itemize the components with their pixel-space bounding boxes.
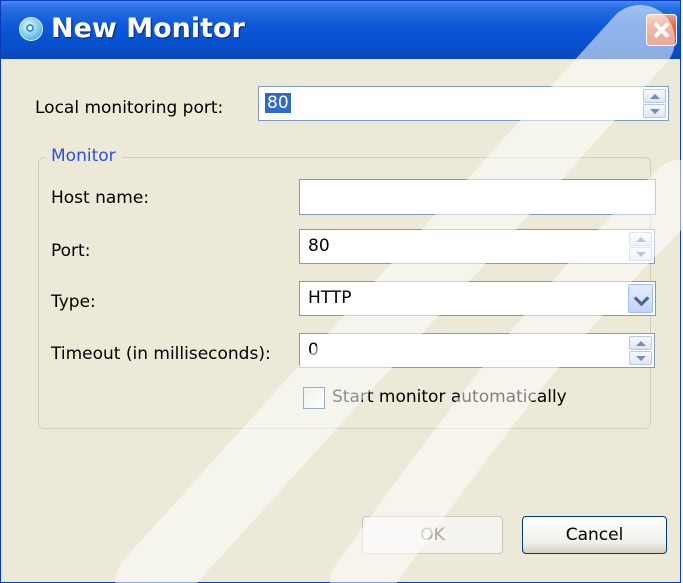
timeout-label: Timeout (in milliseconds): xyxy=(51,344,271,364)
spin-down-icon[interactable] xyxy=(629,247,652,261)
start-automatically-label[interactable]: Start monitor automatically xyxy=(332,387,567,407)
start-automatically-checkbox[interactable] xyxy=(303,387,325,409)
host-name-label: Host name: xyxy=(51,188,150,208)
close-icon[interactable] xyxy=(646,14,677,46)
local-port-spinner[interactable]: 80 xyxy=(258,86,669,121)
new-monitor-dialog: New Monitor Local monitoring port: 80 Mo… xyxy=(0,0,681,583)
timeout-spinner[interactable]: 0 xyxy=(299,333,655,368)
dialog-title: New Monitor xyxy=(51,13,245,44)
port-label: Port: xyxy=(51,241,91,261)
spin-down-icon[interactable] xyxy=(629,351,652,365)
cancel-button[interactable]: Cancel xyxy=(522,516,667,554)
timeout-value[interactable]: 0 xyxy=(308,340,319,360)
spin-down-icon[interactable] xyxy=(643,104,666,118)
chevron-down-icon[interactable] xyxy=(628,284,653,313)
monitor-group-legend: Monitor xyxy=(45,146,122,166)
local-port-value[interactable]: 80 xyxy=(265,93,291,113)
port-spinner[interactable]: 80 xyxy=(299,229,655,264)
host-name-input[interactable] xyxy=(299,179,656,215)
type-label: Type: xyxy=(51,292,96,312)
spin-up-icon[interactable] xyxy=(629,336,652,350)
type-select[interactable]: HTTP xyxy=(299,281,656,316)
local-port-label: Local monitoring port: xyxy=(35,98,224,118)
title-bar[interactable]: New Monitor xyxy=(1,1,680,59)
monitor-app-icon xyxy=(19,17,43,41)
type-value: HTTP xyxy=(308,288,352,308)
ok-button[interactable]: OK xyxy=(362,516,503,554)
port-value[interactable]: 80 xyxy=(308,236,330,256)
spin-up-icon[interactable] xyxy=(629,232,652,246)
spin-up-icon[interactable] xyxy=(643,89,666,103)
